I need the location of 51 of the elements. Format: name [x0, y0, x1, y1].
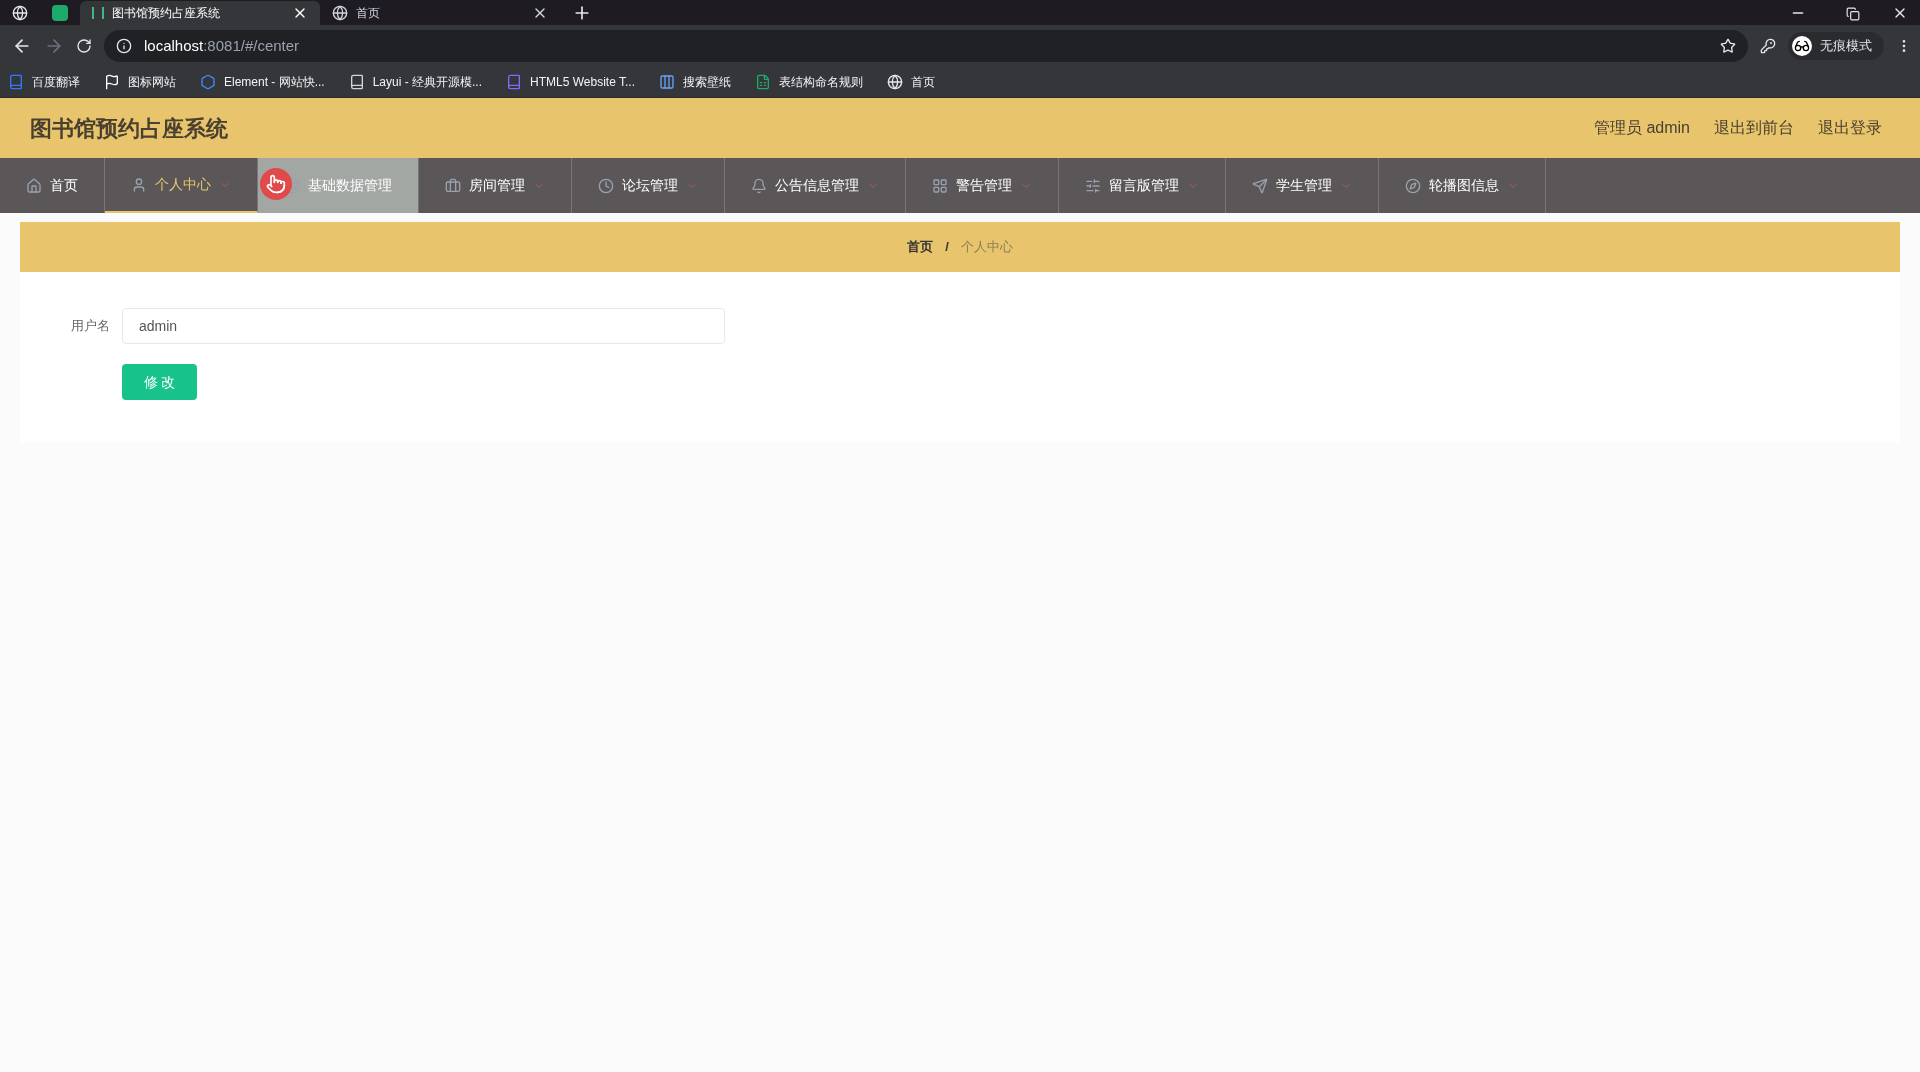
- restore-icon[interactable]: [1846, 7, 1860, 21]
- profile-button[interactable]: 无痕模式: [1788, 32, 1884, 60]
- bell-icon: [751, 177, 767, 194]
- reload-icon[interactable]: [76, 38, 92, 54]
- globe-icon: [887, 74, 903, 90]
- clock-icon: [598, 177, 614, 194]
- incognito-icon: [1792, 36, 1812, 56]
- bookmark[interactable]: Element - 网站快...: [200, 73, 325, 91]
- cursor-click-icon: [260, 168, 292, 200]
- header-link[interactable]: 退出登录: [1818, 116, 1882, 140]
- grid-icon: [932, 177, 948, 194]
- globe-icon: [332, 5, 348, 21]
- input-field[interactable]: admin: [122, 308, 725, 344]
- compass-icon: [1405, 177, 1421, 194]
- breadcrumb-separator: /: [945, 238, 949, 257]
- field-label: 用户名: [70, 317, 110, 336]
- book-icon: [348, 74, 365, 90]
- book-icon: [8, 74, 24, 90]
- sliders-icon: [1085, 177, 1101, 194]
- address-bar[interactable]: localhost:8081/#/center: [104, 30, 1748, 62]
- url-text: localhost:8081/#/center: [144, 35, 301, 56]
- user-icon: [131, 176, 147, 193]
- tab-title: 图书馆预约占座系统: [112, 5, 221, 22]
- key-icon[interactable]: [1760, 38, 1776, 54]
- flag-icon: [104, 74, 120, 90]
- bookmark[interactable]: 表结构命名规则: [755, 73, 863, 91]
- bookmark[interactable]: 百度翻译: [8, 73, 80, 91]
- columns-icon: [659, 74, 675, 90]
- breadcrumb-item: 个人中心: [960, 238, 1013, 257]
- bookmark[interactable]: HTML5 Website T...: [506, 73, 635, 91]
- tab-title: 首页: [356, 5, 381, 22]
- tab-favicon[interactable]: [52, 5, 68, 21]
- bookmark[interactable]: Layui - 经典开源模...: [348, 73, 483, 91]
- globe-icon[interactable]: [12, 5, 28, 21]
- bookmark[interactable]: 首页: [887, 73, 935, 91]
- header-link[interactable]: 退出到前台: [1714, 116, 1794, 140]
- bookmark[interactable]: 搜索壁纸: [659, 73, 731, 91]
- browser-tab[interactable]: 图书馆预约占座系统: [80, 1, 320, 25]
- breadcrumb-item[interactable]: 首页: [907, 237, 934, 257]
- site-title: 图书馆预约占座系统: [30, 114, 229, 143]
- spreadsheet-icon: [755, 74, 771, 90]
- home-icon: [26, 177, 42, 194]
- header-link[interactable]: 管理员 admin: [1593, 116, 1690, 140]
- send-icon: [1252, 177, 1268, 194]
- star-icon[interactable]: [1720, 38, 1736, 54]
- book-icon: [506, 74, 523, 90]
- briefcase-icon: [445, 177, 461, 194]
- hexagon-icon: [200, 74, 216, 90]
- info-icon: [116, 38, 132, 54]
- browser-tab[interactable]: 首页: [320, 1, 560, 25]
- bookmark[interactable]: 图标网站: [104, 73, 176, 91]
